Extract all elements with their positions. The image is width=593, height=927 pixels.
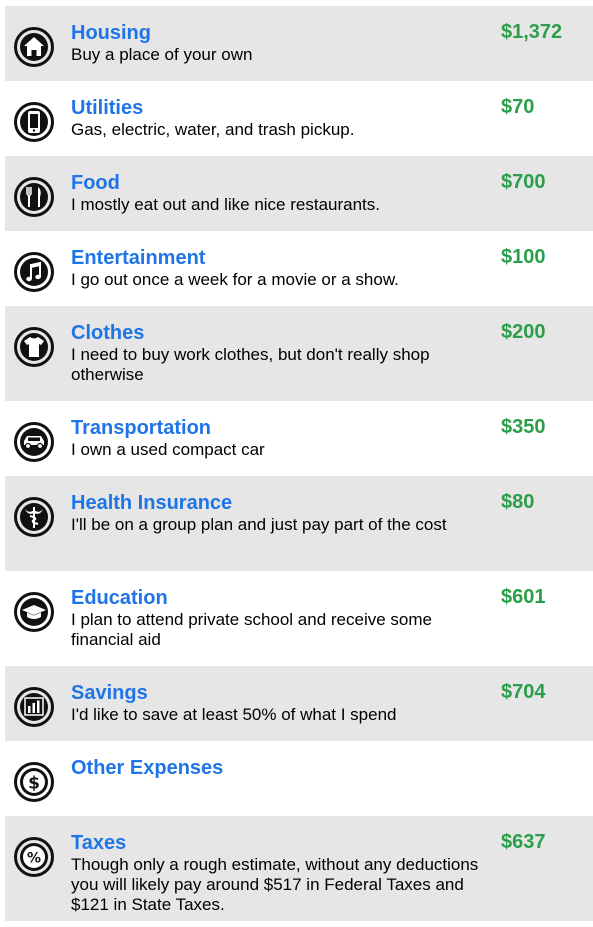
item-amount: $1,372 xyxy=(501,21,563,43)
budget-row-education[interactable]: Education I plan to attend private schoo… xyxy=(5,571,593,666)
fork-knife-icon xyxy=(13,176,55,218)
item-title: Other Expenses xyxy=(71,757,224,779)
item-amount: $80 xyxy=(501,491,535,513)
budget-row-housing[interactable]: Housing Buy a place of your own $1,372 xyxy=(5,6,593,81)
percent-icon: % xyxy=(13,836,55,878)
item-amount: $704 xyxy=(501,681,546,703)
budget-row-taxes[interactable]: % Taxes Though only a rough estimate, wi… xyxy=(5,816,593,921)
shirt-icon xyxy=(13,326,55,368)
graduation-cap-icon xyxy=(13,591,55,633)
item-description: I own a used compact car xyxy=(71,440,265,459)
svg-text:%: % xyxy=(27,851,41,867)
bar-chart-icon xyxy=(13,686,55,728)
house-icon xyxy=(13,26,55,68)
dollar-icon: $ xyxy=(13,761,55,803)
item-amount: $601 xyxy=(501,586,546,608)
svg-text:$: $ xyxy=(28,774,40,794)
caduceus-icon xyxy=(13,496,55,538)
item-amount: $100 xyxy=(501,246,546,268)
music-note-icon xyxy=(13,251,55,293)
phone-icon xyxy=(13,101,55,143)
item-amount: $637 xyxy=(501,831,546,853)
item-amount: $200 xyxy=(501,321,546,343)
budget-row-savings[interactable]: Savings I'd like to save at least 50% of… xyxy=(5,666,593,741)
item-description: I go out once a week for a movie or a sh… xyxy=(71,270,399,289)
item-amount: $700 xyxy=(501,171,546,193)
budget-row-health-insurance[interactable]: Health Insurance I'll be on a group plan… xyxy=(5,476,593,571)
item-description: I'd like to save at least 50% of what I … xyxy=(71,705,397,724)
item-description: Gas, electric, water, and trash pickup. xyxy=(71,120,355,139)
budget-row-food[interactable]: Food I mostly eat out and like nice rest… xyxy=(5,156,593,231)
budget-row-clothes[interactable]: Clothes I need to buy work clothes, but … xyxy=(5,306,593,401)
budget-list: Housing Buy a place of your own $1,372 U… xyxy=(5,6,593,921)
item-description: Buy a place of your own xyxy=(71,45,253,64)
budget-row-transportation[interactable]: Transportation I own a used compact car … xyxy=(5,401,593,476)
budget-row-entertainment[interactable]: Entertainment I go out once a week for a… xyxy=(5,231,593,306)
item-amount: $70 xyxy=(501,96,535,118)
car-icon xyxy=(13,421,55,463)
item-description: I mostly eat out and like nice restauran… xyxy=(71,195,380,214)
item-description: Though only a rough estimate, without an… xyxy=(71,855,479,914)
budget-row-utilities[interactable]: Utilities Gas, electric, water, and tras… xyxy=(5,81,593,156)
item-description: I need to buy work clothes, but don't re… xyxy=(71,345,430,384)
item-description: I'll be on a group plan and just pay par… xyxy=(71,515,447,534)
budget-row-other-expenses[interactable]: $ Other Expenses xyxy=(5,741,593,816)
item-amount: $350 xyxy=(501,416,546,438)
item-description: I plan to attend private school and rece… xyxy=(71,610,432,649)
